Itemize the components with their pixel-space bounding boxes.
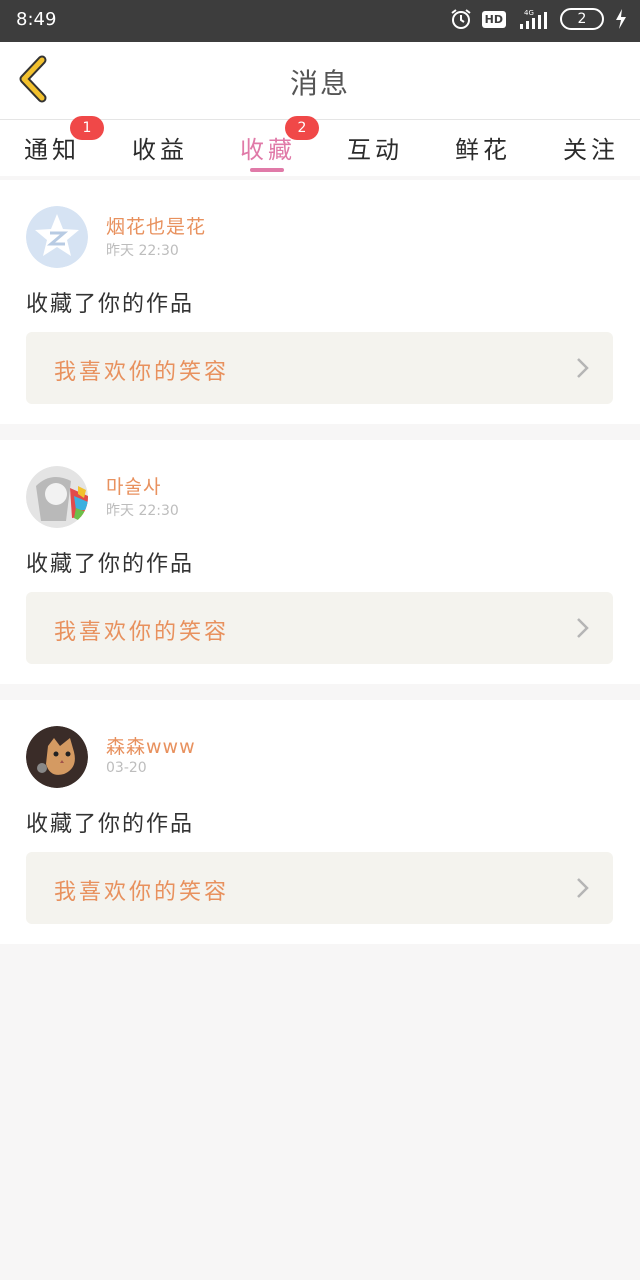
work-link[interactable]: 我喜欢你的笑容 — [26, 592, 613, 664]
tab-following[interactable]: 关注 — [551, 130, 631, 165]
page-title: 消息 — [289, 67, 350, 100]
tab-notifications-badge: 1 — [70, 116, 104, 140]
battery-indicator: 2 — [560, 8, 604, 30]
cat-avatar-icon[interactable] — [26, 726, 88, 788]
message-card: 烟花也是花 昨天 22:30 收藏了你的作品 我喜欢你的笑容 — [0, 180, 640, 424]
timestamp: 03-20 — [106, 760, 147, 776]
work-title: 我喜欢你的笑容 — [54, 880, 230, 905]
status-icons: HD 4G 2 — [450, 8, 628, 30]
action-text: 收藏了你的作品 — [26, 292, 195, 317]
tab-earnings[interactable]: 收益 — [120, 130, 200, 165]
status-time: 8:49 — [16, 9, 57, 30]
user-name[interactable]: 마술사 — [106, 472, 161, 499]
user-name[interactable]: 烟花也是花 — [106, 212, 206, 239]
message-card: 마술사 昨天 22:30 收藏了你的作品 我喜欢你的笑容 — [0, 440, 640, 684]
action-text: 收藏了你的作品 — [26, 552, 195, 577]
tab-interactions[interactable]: 互动 — [335, 130, 415, 165]
chevron-right-icon — [577, 618, 589, 638]
timestamp: 昨天 22:30 — [106, 243, 179, 259]
tab-flowers[interactable]: 鲜花 — [443, 130, 523, 165]
action-text: 收藏了你的作品 — [26, 812, 195, 837]
signal-icon: 4G — [520, 9, 547, 29]
nav-bar: 消息 — [0, 42, 640, 120]
alarm-clock-icon — [451, 9, 471, 29]
qq-star-avatar-icon[interactable] — [26, 206, 88, 268]
work-title: 我喜欢你的笑容 — [54, 620, 230, 645]
user-name[interactable]: 森森www — [106, 732, 196, 759]
active-tab-indicator — [250, 168, 284, 172]
svg-text:4G: 4G — [524, 9, 534, 17]
work-link[interactable]: 我喜欢你的笑容 — [26, 852, 613, 924]
message-card: 森森www 03-20 收藏了你的作品 我喜欢你的笑容 — [0, 700, 640, 944]
tab-bar: 通知 1 收益 收藏 2 互动 鲜花 关注 — [0, 116, 640, 176]
chevron-right-icon — [577, 358, 589, 378]
timestamp: 昨天 22:30 — [106, 503, 179, 519]
charging-bolt-icon — [616, 9, 626, 29]
anime-girl-avatar-icon[interactable] — [26, 466, 88, 528]
work-title: 我喜欢你的笑容 — [54, 360, 230, 385]
chevron-right-icon — [577, 878, 589, 898]
work-link[interactable]: 我喜欢你的笑容 — [26, 332, 613, 404]
tab-favorites-badge: 2 — [285, 116, 319, 140]
hd-badge: HD — [481, 10, 506, 28]
status-bar: 8:49 HD 4G 2 — [0, 0, 640, 42]
